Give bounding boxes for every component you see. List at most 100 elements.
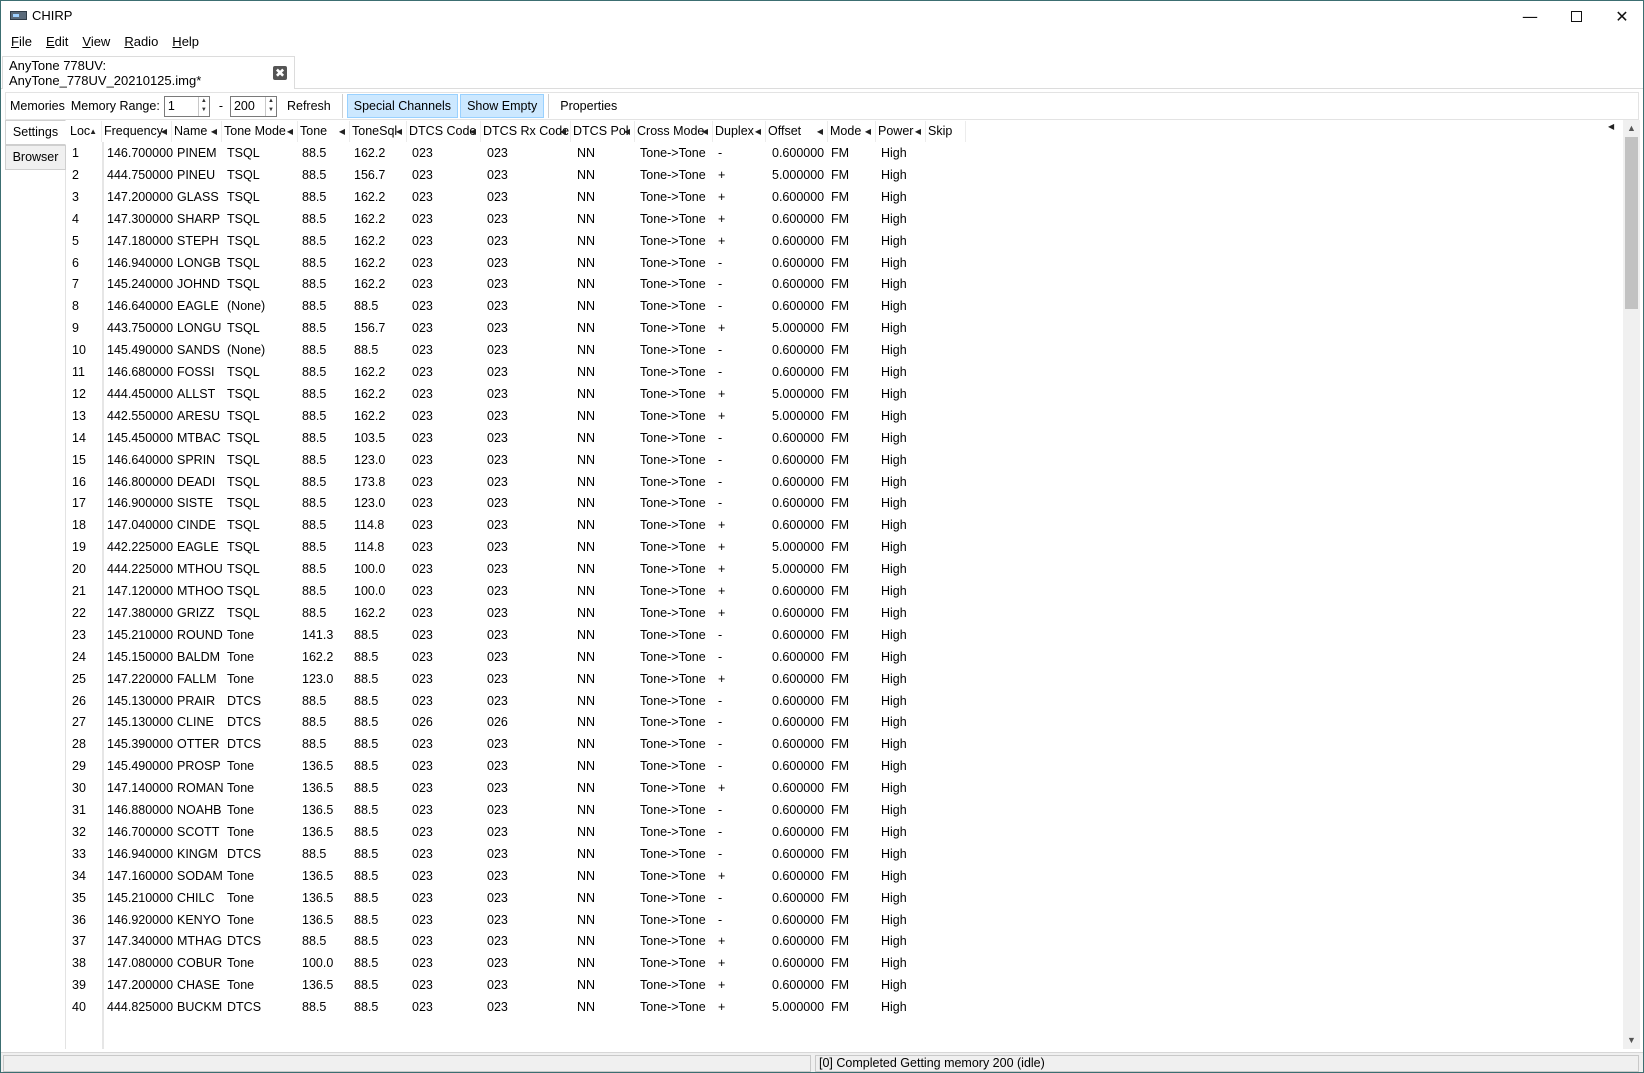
cell-power[interactable]: High [881, 427, 907, 449]
cell-dtcs-code[interactable]: 023 [412, 339, 433, 361]
table-row[interactable]: 37 147.340000 MTHAG DTCS 88.5 88.5 023 023 NN Ton… [68, 930, 1618, 952]
cell-tone-mode[interactable]: TSQL [227, 449, 260, 471]
cell-dtcs-rx-code[interactable]: 023 [487, 624, 508, 646]
cell-power[interactable]: High [881, 230, 907, 252]
cell-dtcs-code[interactable]: 023 [412, 471, 433, 493]
cell-tonesql[interactable]: 173.8 [354, 471, 385, 493]
cell-power[interactable]: High [881, 339, 907, 361]
cell-frequency[interactable]: 146.700000 [107, 142, 173, 164]
cell-power[interactable]: High [881, 471, 907, 493]
cell-dtcs-pol[interactable]: NN [577, 865, 595, 887]
cell-mode[interactable]: FM [831, 909, 849, 931]
table-row[interactable]: 11 146.680000 FOSSI TSQL 88.5 162.2 023 023 NN To… [68, 361, 1618, 383]
cell-power[interactable]: High [881, 843, 907, 865]
cell-dtcs-pol[interactable]: NN [577, 602, 595, 624]
table-row[interactable]: 36 146.920000 KENYO Tone 136.5 88.5 023 023 NN To… [68, 909, 1618, 931]
cell-mode[interactable]: FM [831, 317, 849, 339]
cell-tone-mode[interactable]: TSQL [227, 142, 260, 164]
cell-duplex[interactable]: - [718, 646, 722, 668]
cell-tonesql[interactable]: 100.0 [354, 580, 385, 602]
cell-tone[interactable]: 123.0 [302, 668, 333, 690]
cell-dtcs-code[interactable]: 023 [412, 580, 433, 602]
cell-duplex[interactable]: - [718, 799, 722, 821]
cell-mode[interactable]: FM [831, 711, 849, 733]
cell-duplex[interactable]: - [718, 449, 722, 471]
cell-dtcs-pol[interactable]: NN [577, 624, 595, 646]
cell-loc[interactable]: 2 [72, 164, 79, 186]
cell-duplex[interactable]: - [718, 909, 722, 931]
cell-duplex[interactable]: + [718, 580, 725, 602]
table-row[interactable]: 14 145.450000 MTBAC TSQL 88.5 103.5 023 023 NN To… [68, 427, 1618, 449]
cell-power[interactable]: High [881, 930, 907, 952]
cell-tone[interactable]: 88.5 [302, 558, 326, 580]
cell-dtcs-rx-code[interactable]: 023 [487, 777, 508, 799]
cell-duplex[interactable]: + [718, 777, 725, 799]
cell-duplex[interactable]: + [718, 668, 725, 690]
cell-dtcs-rx-code[interactable]: 023 [487, 536, 508, 558]
cell-loc[interactable]: 30 [72, 777, 86, 799]
cell-mode[interactable]: FM [831, 339, 849, 361]
cell-tone-mode[interactable]: TSQL [227, 208, 260, 230]
cell-tone[interactable]: 141.3 [302, 624, 333, 646]
cell-dtcs-code[interactable]: 023 [412, 974, 433, 996]
cell-name[interactable]: MTHOU [177, 558, 223, 580]
cell-name[interactable]: DEADI [177, 471, 215, 493]
cell-power[interactable]: High [881, 952, 907, 974]
cell-frequency[interactable]: 147.040000 [107, 514, 173, 536]
tab-settings[interactable]: Settings [5, 120, 66, 145]
column-header-dtcs-code[interactable]: DTCS Code ◀ [407, 121, 481, 142]
cell-tonesql[interactable]: 103.5 [354, 427, 385, 449]
cell-loc[interactable]: 28 [72, 733, 86, 755]
table-row[interactable]: 5 147.180000 STEPH TSQL 88.5 162.2 023 023 NN Ton… [68, 230, 1618, 252]
cell-mode[interactable]: FM [831, 142, 849, 164]
cell-mode[interactable]: FM [831, 733, 849, 755]
cell-cross-mode[interactable]: Tone->Tone [640, 142, 706, 164]
cell-tonesql[interactable]: 114.8 [354, 536, 384, 558]
cell-duplex[interactable]: - [718, 273, 722, 295]
cell-dtcs-rx-code[interactable]: 023 [487, 843, 508, 865]
cell-name[interactable]: GLASS [177, 186, 219, 208]
cell-dtcs-rx-code[interactable]: 023 [487, 930, 508, 952]
cell-mode[interactable]: FM [831, 777, 849, 799]
cell-tone-mode[interactable]: TSQL [227, 383, 260, 405]
table-row[interactable]: 12 444.450000 ALLST TSQL 88.5 162.2 023 023 NN To… [68, 383, 1618, 405]
cell-power[interactable]: High [881, 646, 907, 668]
cell-tonesql[interactable]: 88.5 [354, 624, 378, 646]
cell-mode[interactable]: FM [831, 996, 849, 1018]
cell-offset[interactable]: 0.600000 [772, 755, 824, 777]
cell-dtcs-pol[interactable]: NN [577, 142, 595, 164]
cell-dtcs-pol[interactable]: NN [577, 252, 595, 274]
cell-offset[interactable]: 0.600000 [772, 821, 824, 843]
cell-frequency[interactable]: 147.380000 [107, 602, 173, 624]
cell-tone-mode[interactable]: Tone [227, 909, 254, 931]
column-header-offset[interactable]: Offset ◀ [766, 121, 828, 142]
vertical-scrollbar[interactable]: ▲ ▼ [1623, 120, 1640, 1049]
cell-duplex[interactable]: + [718, 602, 725, 624]
cell-tone-mode[interactable]: TSQL [227, 230, 260, 252]
cell-name[interactable]: CHILC [177, 887, 215, 909]
cell-tone[interactable]: 162.2 [302, 646, 333, 668]
cell-tonesql[interactable]: 88.5 [354, 799, 378, 821]
cell-loc[interactable]: 11 [72, 361, 85, 383]
cell-dtcs-code[interactable]: 023 [412, 492, 433, 514]
cell-name[interactable]: ROUND [177, 624, 223, 646]
cell-duplex[interactable]: - [718, 427, 722, 449]
cell-dtcs-code[interactable]: 023 [412, 317, 433, 339]
cell-dtcs-rx-code[interactable]: 026 [487, 711, 508, 733]
cell-cross-mode[interactable]: Tone->Tone [640, 295, 706, 317]
cell-power[interactable]: High [881, 733, 907, 755]
cell-tone[interactable]: 88.5 [302, 339, 326, 361]
cell-frequency[interactable]: 147.120000 [107, 580, 173, 602]
cell-tone[interactable]: 136.5 [302, 799, 333, 821]
cell-name[interactable]: EAGLE [177, 295, 219, 317]
cell-duplex[interactable]: + [718, 186, 725, 208]
cell-power[interactable]: High [881, 383, 907, 405]
cell-dtcs-rx-code[interactable]: 023 [487, 646, 508, 668]
cell-dtcs-code[interactable]: 023 [412, 909, 433, 931]
cell-tone[interactable]: 88.5 [302, 492, 326, 514]
cell-tone[interactable]: 88.5 [302, 142, 326, 164]
cell-dtcs-rx-code[interactable]: 023 [487, 405, 508, 427]
cell-name[interactable]: MTBAC [177, 427, 221, 449]
cell-duplex[interactable]: + [718, 164, 725, 186]
cell-duplex[interactable]: + [718, 536, 725, 558]
